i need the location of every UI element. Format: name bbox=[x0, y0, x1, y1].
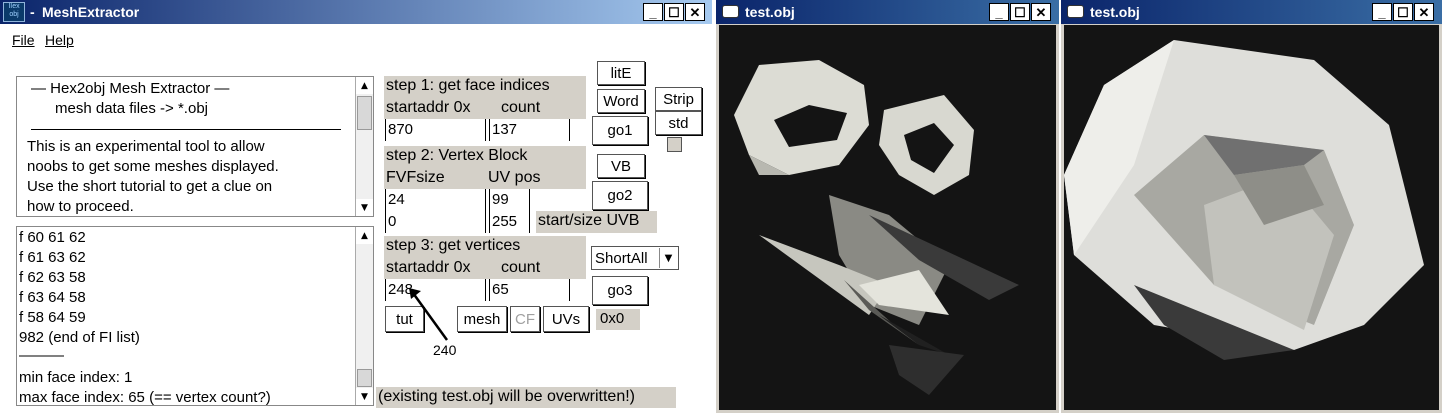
menu-help[interactable]: Help bbox=[45, 32, 74, 48]
main-window-title: MeshExtractor bbox=[42, 4, 140, 20]
step1-addr-label: startaddr 0x bbox=[386, 99, 471, 116]
info-text-line: how to proceed. bbox=[27, 198, 134, 215]
mode-dropdown[interactable]: ShortAll ▼ bbox=[591, 246, 679, 270]
window-icon bbox=[722, 5, 739, 18]
close-icon[interactable]: ✕ bbox=[1031, 3, 1051, 21]
app-icon: IIex obj bbox=[3, 2, 25, 22]
scroll-up-icon[interactable]: ▲ bbox=[356, 227, 373, 244]
log-line: f 58 64 59 bbox=[19, 309, 86, 326]
step1-addr-input[interactable]: 870 bbox=[385, 119, 486, 141]
title-prefix: - bbox=[30, 4, 35, 20]
maximize-icon[interactable]: ☐ bbox=[664, 3, 684, 21]
hex-readout: 0x0 bbox=[596, 309, 640, 330]
scroll-thumb[interactable] bbox=[357, 369, 372, 387]
info-divider bbox=[31, 129, 341, 130]
log-line: f 61 63 62 bbox=[19, 249, 86, 266]
step1-count-input[interactable]: 137 bbox=[489, 119, 570, 141]
info-text-line: This is an experimental tool to allow bbox=[27, 138, 265, 155]
step3-count-input[interactable]: 65 bbox=[489, 279, 570, 301]
log-scrollbar[interactable]: ▲ ▼ bbox=[355, 227, 373, 405]
maximize-icon[interactable]: ☐ bbox=[1393, 3, 1413, 21]
main-titlebar[interactable]: IIex obj - MeshExtractor _ ☐ ✕ bbox=[0, 0, 712, 24]
step1-label-box: step 1: get face indices startaddr 0x co… bbox=[384, 76, 586, 119]
step2-uv-input[interactable]: 99 bbox=[489, 189, 530, 211]
close-icon[interactable]: ✕ bbox=[1414, 3, 1434, 21]
info-panel: — Hex2obj Mesh Extractor — mesh data fil… bbox=[16, 76, 374, 217]
log-line: min face index: 1 bbox=[19, 369, 133, 386]
log-line: 982 (end of FI list) bbox=[19, 329, 140, 346]
scroll-down-icon[interactable]: ▼ bbox=[356, 388, 373, 405]
viewer1-render[interactable] bbox=[719, 25, 1056, 410]
log-line: f 63 64 58 bbox=[19, 289, 86, 306]
step2-fvf-input[interactable]: 24 bbox=[385, 189, 486, 211]
log-line: f 62 63 58 bbox=[19, 269, 86, 286]
overwrite-warning: (existing test.obj will be overwritten!) bbox=[376, 387, 676, 408]
viewer-window-1: test.obj _ ☐ ✕ bbox=[716, 0, 1059, 413]
step2-label-box: step 2: Vertex Block FVFsize UV pos bbox=[384, 146, 586, 189]
uvb-label: start/size UVB bbox=[536, 211, 657, 233]
menu-bar: File Help bbox=[0, 29, 710, 51]
scroll-thumb[interactable] bbox=[357, 96, 372, 130]
strip-button[interactable]: Strip bbox=[655, 87, 702, 111]
viewer1-titlebar[interactable]: test.obj _ ☐ ✕ bbox=[716, 0, 1059, 24]
go2-button[interactable]: go2 bbox=[592, 181, 648, 210]
close-icon[interactable]: ✕ bbox=[685, 3, 705, 21]
std-checkbox[interactable] bbox=[667, 137, 682, 152]
chevron-down-icon[interactable]: ▼ bbox=[659, 248, 677, 268]
mode-dropdown-value: ShortAll bbox=[595, 250, 648, 267]
info-subheading: mesh data files -> *.obj bbox=[55, 100, 208, 117]
log-line: max face index: 65 (== vertex count?) bbox=[19, 389, 271, 406]
step2-start-input[interactable]: 0 bbox=[385, 211, 486, 233]
step1-count-label: count bbox=[501, 99, 541, 116]
step3-count-label: count bbox=[501, 259, 541, 276]
go1-button[interactable]: go1 bbox=[592, 116, 648, 145]
log-line: f 60 61 62 bbox=[19, 229, 86, 246]
lite-button[interactable]: litE bbox=[597, 61, 645, 85]
uvs-button[interactable]: UVs bbox=[543, 306, 589, 332]
log-panel: f 60 61 62 f 61 63 62 f 62 63 58 f 63 64… bbox=[16, 226, 374, 406]
step2-title: step 2: Vertex Block bbox=[386, 147, 528, 164]
mesh-render-1 bbox=[734, 60, 1019, 395]
step2-uv-label: UV pos bbox=[488, 169, 541, 186]
log-separator: ——— bbox=[19, 347, 64, 364]
scroll-down-icon[interactable]: ▼ bbox=[356, 199, 373, 216]
word-button[interactable]: Word bbox=[597, 89, 645, 113]
vb-button[interactable]: VB bbox=[597, 154, 645, 178]
info-text-line: Use the short tutorial to get a clue on bbox=[27, 178, 273, 195]
go3-button[interactable]: go3 bbox=[592, 276, 648, 305]
step3-addr-label: startaddr 0x bbox=[386, 259, 471, 276]
viewer2-titlebar[interactable]: test.obj _ ☐ ✕ bbox=[1061, 0, 1442, 24]
mesh-render-2 bbox=[1064, 40, 1424, 360]
viewer-window-2: test.obj _ ☐ ✕ bbox=[1061, 0, 1442, 413]
step3-label-box: step 3: get vertices startaddr 0x count bbox=[384, 236, 586, 279]
menu-file[interactable]: File bbox=[12, 32, 35, 48]
viewer2-render[interactable] bbox=[1064, 25, 1439, 410]
info-scrollbar[interactable]: ▲ ▼ bbox=[355, 77, 373, 216]
info-text-line: noobs to get some meshes displayed. bbox=[27, 158, 279, 175]
cf-button[interactable]: CF bbox=[510, 306, 540, 332]
viewer1-title: test.obj bbox=[745, 4, 795, 20]
scroll-up-icon[interactable]: ▲ bbox=[356, 77, 373, 94]
minimize-icon[interactable]: _ bbox=[643, 3, 663, 21]
mesh-button[interactable]: mesh bbox=[457, 306, 507, 332]
window-icon bbox=[1067, 5, 1084, 18]
step2-size-input[interactable]: 255 bbox=[489, 211, 530, 233]
minimize-icon[interactable]: _ bbox=[1372, 3, 1392, 21]
annotation-label: 240 bbox=[433, 342, 457, 358]
main-window: IIex obj - MeshExtractor _ ☐ ✕ File Help… bbox=[0, 0, 712, 413]
step3-title: step 3: get vertices bbox=[386, 237, 521, 254]
viewer2-title: test.obj bbox=[1090, 4, 1140, 20]
annotation-arrow bbox=[409, 288, 449, 341]
step1-title: step 1: get face indices bbox=[386, 77, 550, 94]
std-button[interactable]: std bbox=[655, 111, 702, 135]
step2-fvf-label: FVFsize bbox=[386, 169, 445, 186]
minimize-icon[interactable]: _ bbox=[989, 3, 1009, 21]
maximize-icon[interactable]: ☐ bbox=[1010, 3, 1030, 21]
info-heading: — Hex2obj Mesh Extractor — bbox=[31, 80, 230, 97]
